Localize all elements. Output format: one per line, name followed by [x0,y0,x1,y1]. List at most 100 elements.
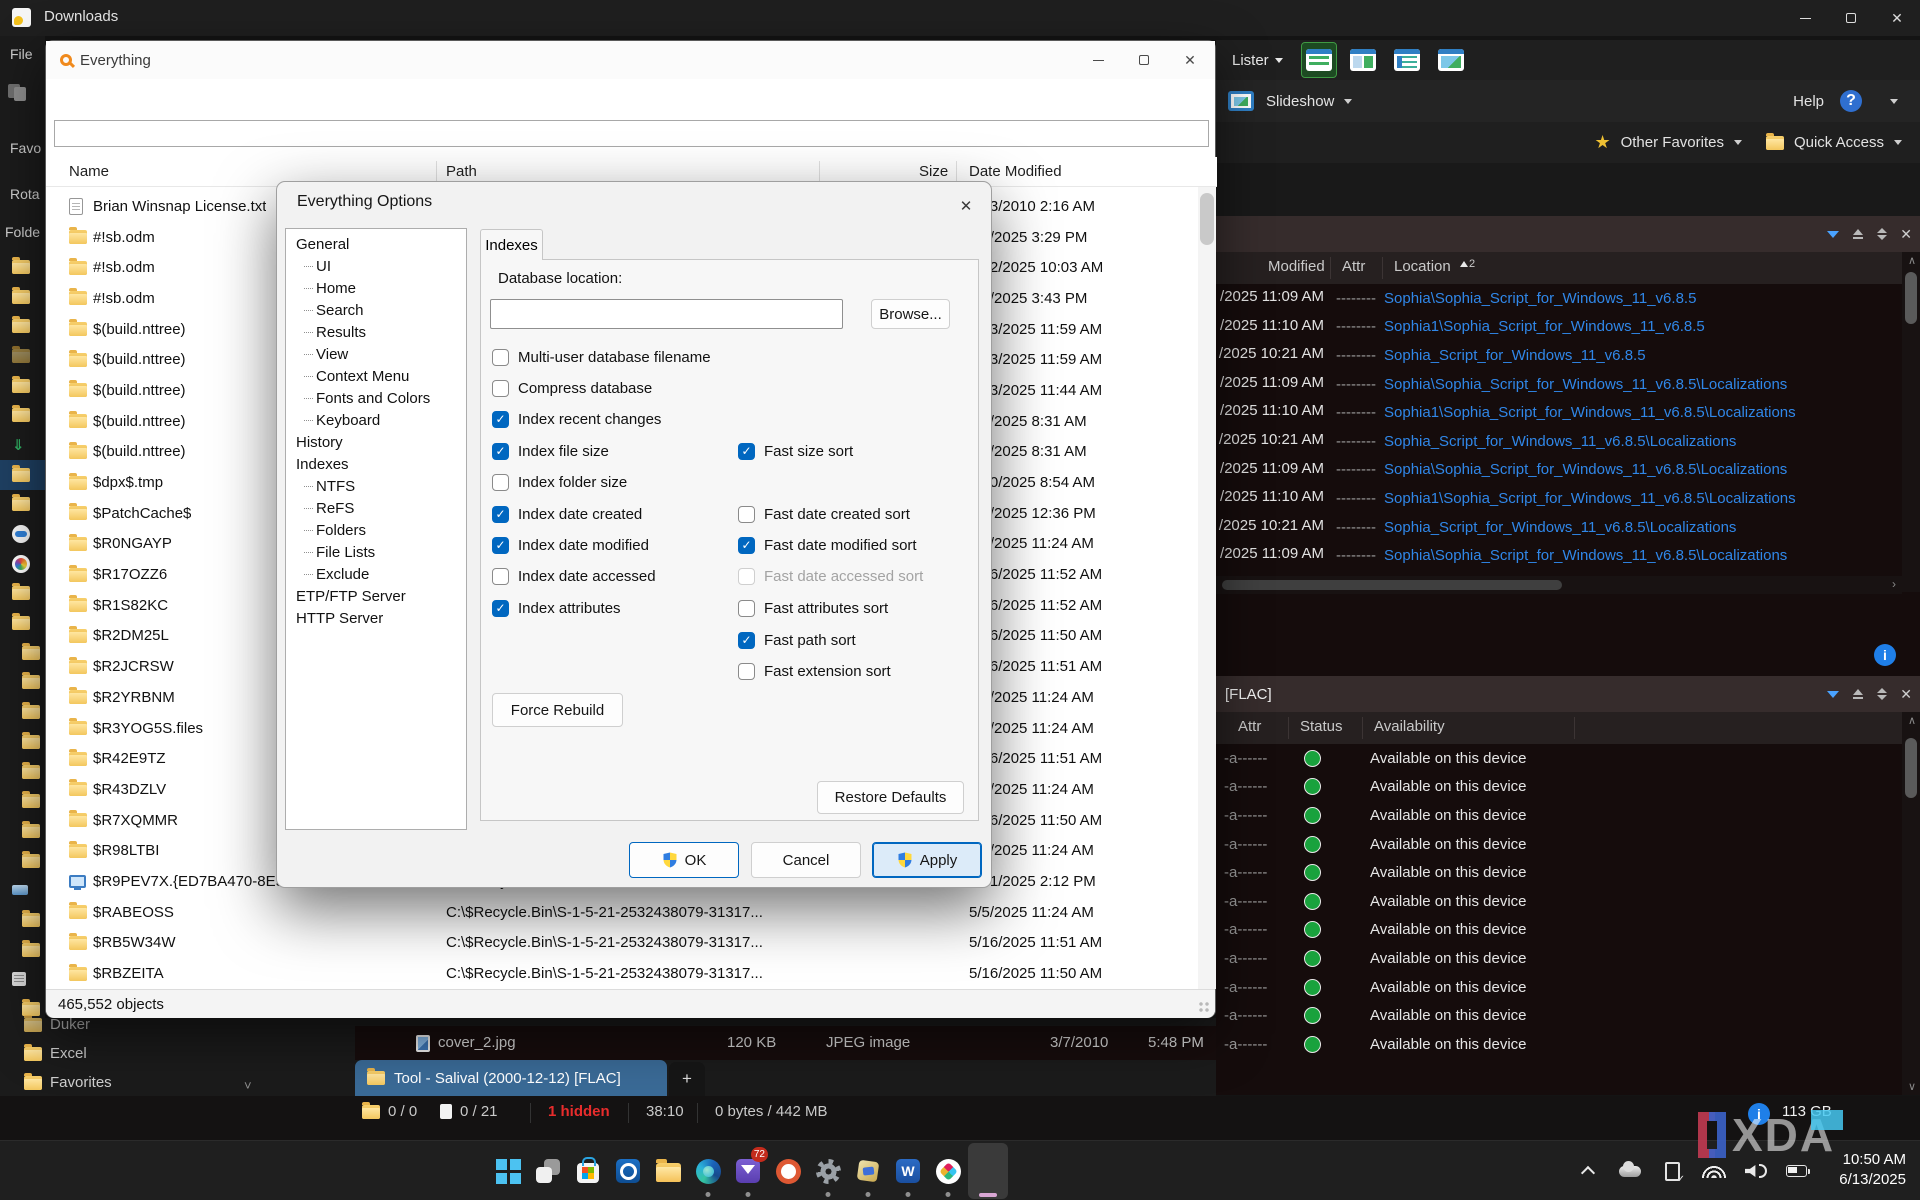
taskbar-app-icon[interactable] [928,1143,968,1199]
downloads-menu-file[interactable]: File [10,46,33,62]
lister-menu[interactable]: Lister [1232,52,1283,69]
column-attr[interactable]: Attr [1342,258,1365,275]
close-icon[interactable] [1167,41,1213,79]
sidebar-label-rotate[interactable]: Rota [10,186,40,202]
tree-item[interactable]: Exclude [286,563,466,585]
folder-tree-item[interactable] [0,638,45,668]
force-rebuild-button[interactable]: Force Rebuild [492,693,623,727]
file-row[interactable]: -a------ Available on this device [1216,1001,1920,1030]
folder-tree-item[interactable] [0,579,45,609]
file-row[interactable]: -a------ Available on this device [1216,973,1920,1002]
column-location[interactable]: Location [1394,258,1451,275]
folder-tree-item[interactable] [0,727,45,757]
folder-tree-item[interactable] [0,252,45,282]
sort-toggle-icon[interactable] [1877,688,1888,700]
column-path[interactable]: Path [446,163,477,180]
column-size[interactable]: Size [919,163,948,180]
folder-tree-item[interactable] [0,668,45,698]
file-row[interactable]: $RB5W34W C:\$Recycle.Bin\S-1-5-21-253243… [46,928,1198,959]
file-row[interactable]: $RBZEITA C:\$Recycle.Bin\S-1-5-21-253243… [46,958,1198,989]
file-row[interactable]: -a------ Available on this device [1216,944,1920,973]
folder-tree-item[interactable] [0,549,45,579]
help-icon[interactable]: ? [1840,90,1862,112]
tree-item[interactable]: ETP/FTP Server [286,585,466,607]
tray-icon[interactable] [1744,1160,1768,1182]
new-tab-button[interactable]: + [669,1062,705,1096]
column-attr[interactable]: Attr [1238,718,1261,735]
dropdown-icon[interactable] [1827,690,1840,698]
checkbox[interactable]: Multi-user database filename [492,346,711,368]
view-mode-button[interactable] [1390,43,1424,77]
checkbox[interactable]: Index date modified [492,534,649,556]
folder-tree-item[interactable] [0,371,45,401]
close-panel-icon[interactable] [1900,686,1912,703]
dropdown-icon[interactable] [1827,230,1840,238]
file-row[interactable]: /2025 11:10 AM -------- Sophia1\Sophia_S… [1216,313,1920,342]
tree-item[interactable]: File Lists [286,541,466,563]
database-location-input[interactable] [490,299,843,329]
chevron-down-icon[interactable] [1344,98,1353,104]
minimize-icon[interactable] [1075,41,1121,79]
folder-tree-item[interactable] [0,905,45,935]
tray-icon[interactable] [1660,1160,1685,1185]
tree-scroll-down-icon[interactable]: ˅ [244,1078,252,1093]
checkbox[interactable]: Fast date modified sort [738,534,917,556]
folder-tree-item[interactable] [0,608,45,638]
file-row[interactable]: /2025 11:09 AM -------- Sophia\Sophia_Sc… [1216,370,1920,399]
tree-item[interactable]: Excel [24,1043,87,1062]
quick-access-button[interactable]: Quick Access [1794,134,1884,151]
folder-tree-item[interactable] [0,341,45,371]
checkbox[interactable]: Fast date created sort [738,503,910,525]
resize-grip[interactable] [1199,1002,1211,1014]
close-icon[interactable] [1874,0,1920,36]
file-row[interactable]: /2025 10:21 AM -------- Sophia_Script_fo… [1216,341,1920,370]
tray-icon[interactable] [1702,1160,1726,1182]
file-row[interactable]: /2025 11:09 AM -------- Sophia\Sophia_Sc… [1216,541,1920,570]
folder-tree-item[interactable] [0,935,45,965]
column-name[interactable]: Name [69,163,109,180]
column-status[interactable]: Status [1300,718,1343,735]
taskbar-app-icon[interactable] [608,1143,648,1199]
taskbar-app-icon[interactable] [888,1143,928,1199]
folder-tree-item[interactable] [0,519,45,549]
sidebar-label-folders[interactable]: Folde [5,224,40,240]
tray-icon[interactable] [1786,1160,1810,1182]
file-row[interactable]: -a------ Available on this device [1216,916,1920,945]
checkbox[interactable]: Index date accessed [492,565,656,587]
maximize-icon[interactable] [1828,0,1874,36]
tray-icon[interactable] [1576,1160,1600,1182]
taskbar-app-icon[interactable] [968,1143,1008,1199]
checkbox[interactable]: Compress database [492,377,652,399]
folder-tree-item[interactable] [0,282,45,312]
file-row[interactable]: /2025 11:09 AM -------- Sophia\Sophia_Sc… [1216,284,1920,313]
tree-item[interactable]: Favorites [24,1072,112,1091]
folder-tree-item[interactable] [0,490,45,520]
browse-button[interactable]: Browse... [871,299,950,329]
file-row-cover2[interactable]: cover_2.jpg 120 KB JPEG image 3/7/2010 5… [355,1026,1216,1060]
checkbox[interactable]: Fast size sort [738,440,853,462]
tree-item[interactable]: NTFS [286,475,466,497]
info-icon[interactable] [1874,644,1896,666]
info-icon[interactable] [1748,1103,1770,1125]
other-favorites-button[interactable]: Other Favorites [1621,134,1724,151]
taskbar-app-icon[interactable] [528,1143,568,1199]
checkbox[interactable]: Fast date accessed sort [738,565,923,587]
taskbar-app-icon[interactable] [648,1143,688,1199]
sort-ascending-icon[interactable] [1852,229,1864,239]
taskbar-app-icon[interactable] [488,1143,528,1199]
folder-tree-item[interactable] [0,816,45,846]
tab-indexes[interactable]: Indexes [480,229,543,260]
column-modified[interactable]: Modified [1268,258,1325,275]
cancel-button[interactable]: Cancel [751,842,861,878]
tree-item[interactable]: Home [286,277,466,299]
tree-item[interactable]: Results [286,321,466,343]
tree-item[interactable]: Search [286,299,466,321]
folder-tree-item[interactable] [0,430,45,460]
file-row[interactable]: -a------ Available on this device [1216,744,1920,773]
file-row[interactable]: /2025 11:09 AM -------- Sophia\Sophia_Sc… [1216,456,1920,485]
column-date-modified[interactable]: Date Modified [969,163,1062,180]
tree-item[interactable]: Indexes [286,453,466,475]
minimize-icon[interactable] [1782,0,1828,36]
tree-item[interactable]: HTTP Server [286,607,466,629]
taskbar-app-icon[interactable] [848,1143,888,1199]
